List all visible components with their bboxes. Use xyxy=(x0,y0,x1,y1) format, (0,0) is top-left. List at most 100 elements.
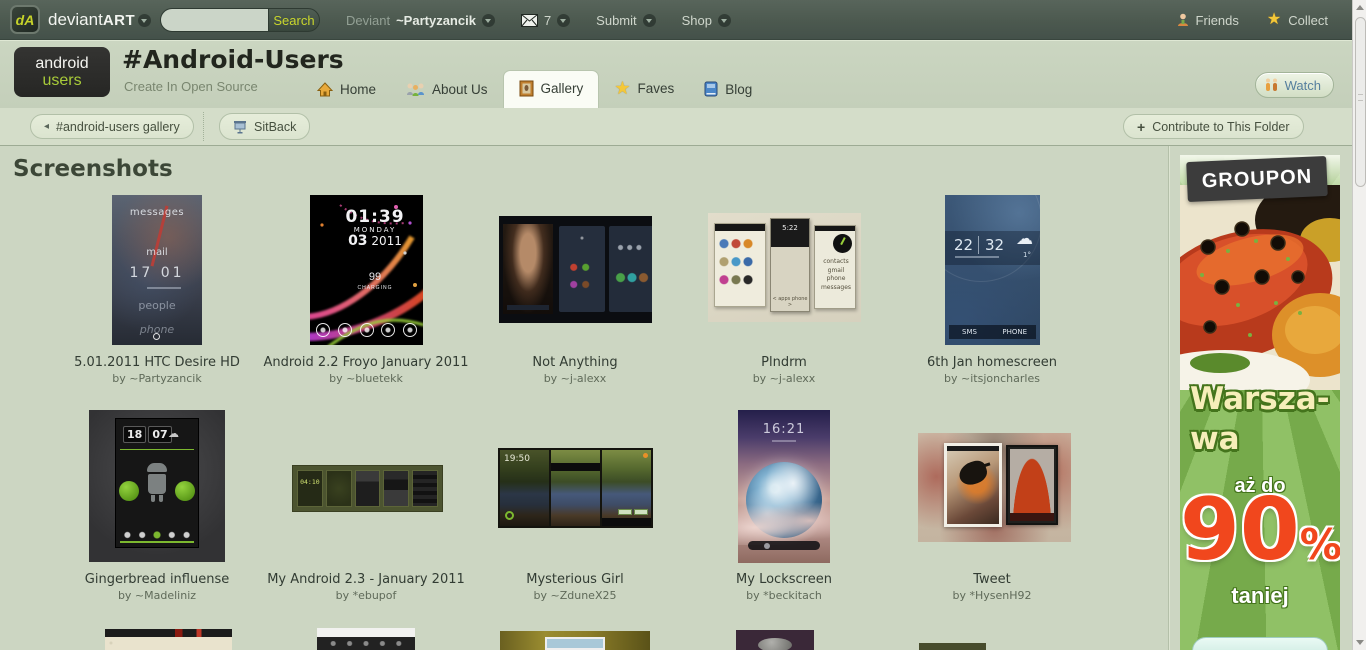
deviation-author[interactable]: by ~Partyzancik xyxy=(52,372,262,385)
chevron-down-icon[interactable] xyxy=(643,14,656,27)
deviation-caption: Plndrm by ~j-alexx xyxy=(679,355,889,385)
deviation-thumb[interactable]: 04:10 xyxy=(292,465,443,512)
submit-menu[interactable]: Submit xyxy=(596,13,636,28)
mail-icon[interactable] xyxy=(521,14,538,27)
deviation-thumb[interactable]: 22 32 ☁ 1° SMS PHONE xyxy=(945,195,1040,345)
star-icon: ★ xyxy=(614,79,630,97)
deviantart-logo-icon[interactable]: dA xyxy=(10,5,40,34)
topbar-nav: Deviant ~Partyzancik 7 Submit Shop xyxy=(346,0,731,40)
mail-count[interactable]: 7 xyxy=(544,13,551,28)
deviation-thumb[interactable]: 5:22 < apps phone > contacts gmail phone… xyxy=(708,213,861,322)
chevron-down-icon[interactable] xyxy=(718,14,731,27)
deviation-author[interactable]: by *HysenH92 xyxy=(887,589,1097,602)
group-avatar[interactable]: android users xyxy=(14,47,110,97)
topbar: dA deviantART Search Deviant ~Partyzanci… xyxy=(0,0,1352,40)
deviantart-wordmark[interactable]: deviantART xyxy=(48,10,135,30)
search-button[interactable]: Search xyxy=(268,8,320,32)
scroll-up-button[interactable] xyxy=(1353,0,1366,15)
ad-cta-button[interactable] xyxy=(1192,637,1328,650)
deviation-title[interactable]: My Lockscreen xyxy=(679,572,889,587)
chevron-down-icon[interactable] xyxy=(482,14,495,27)
deviation-title[interactable]: Gingerbread influense xyxy=(52,572,262,587)
deviation-thumb[interactable] xyxy=(500,631,650,650)
deviation-author[interactable]: by *ebupof xyxy=(261,589,471,602)
tab-gallery[interactable]: Gallery xyxy=(503,70,600,108)
collect-link[interactable]: Collect xyxy=(1288,13,1328,28)
deviation-thumb[interactable]: 16:21 xyxy=(738,410,830,563)
deviation-title[interactable]: 5.01.2011 HTC Desire HD xyxy=(52,355,262,370)
ad-city-line1: Warsza- xyxy=(1180,381,1340,417)
deviation-author[interactable]: by *beckitach xyxy=(679,589,889,602)
back-to-gallery-button[interactable]: ◂ #android-users gallery xyxy=(30,114,194,139)
deviation-title[interactable]: Tweet xyxy=(887,572,1097,587)
tab-about-us[interactable]: About Us xyxy=(391,73,503,108)
deviation-caption: 5.01.2011 HTC Desire HD by ~Partyzancik xyxy=(52,355,262,385)
collect-star-icon: ★ xyxy=(1267,12,1281,28)
deviation-thumb[interactable] xyxy=(918,433,1071,542)
deviation-author[interactable]: by ~j-alexx xyxy=(470,372,680,385)
clock-screen: 04:10 xyxy=(297,470,323,507)
group-header: android users #Android-Users Create In O… xyxy=(0,40,1366,108)
bird-photo-frame xyxy=(944,443,1002,527)
deviation-thumb[interactable]: 1807 ☁ xyxy=(89,410,225,562)
deviation-caption: My Android 2.3 - January 2011 by *ebupof xyxy=(261,572,471,602)
page: dA deviantART Search Deviant ~Partyzanci… xyxy=(0,0,1366,650)
deviant-label: Deviant xyxy=(346,13,390,28)
deviation-title[interactable]: Mysterious Girl xyxy=(470,572,680,587)
friends-link[interactable]: Friends xyxy=(1196,13,1239,28)
deviation-thumb[interactable]: messages mail 17 01 people phone xyxy=(112,195,202,345)
deviation-caption: Not Anything by ~j-alexx xyxy=(470,355,680,385)
watch-icon xyxy=(1264,78,1279,92)
clock-widget: 22 32 ☁ 1° xyxy=(945,231,1040,265)
gallery-icon xyxy=(519,80,534,97)
deviation-thumb[interactable] xyxy=(105,629,232,650)
search-input[interactable] xyxy=(160,8,268,32)
decoration xyxy=(738,501,830,545)
tab-home[interactable]: Home xyxy=(302,73,391,108)
scroll-down-button[interactable] xyxy=(1353,635,1366,650)
people-icon xyxy=(406,82,425,97)
gallery-subnav: ◂ #android-users gallery SitBack + Contr… xyxy=(0,108,1366,146)
deviation-title[interactable]: 6th Jan homescreen xyxy=(887,355,1097,370)
scrollbar-thumb[interactable] xyxy=(1355,17,1366,187)
plus-icon: + xyxy=(1137,119,1145,135)
tab-blog[interactable]: Blog xyxy=(689,72,767,108)
deviation-thumb[interactable] xyxy=(499,216,652,323)
deviation-title[interactable]: Android 2.2 Froyo January 2011 xyxy=(261,355,471,370)
chevron-down-icon[interactable] xyxy=(557,14,570,27)
slideshow-icon xyxy=(233,120,247,134)
group-tabs: Home About Us Gallery ★ Faves Blog xyxy=(302,70,767,108)
deviation-author[interactable]: by ~ZduneX25 xyxy=(470,589,680,602)
deviation-thumb[interactable]: 19:50 xyxy=(498,448,653,528)
cloud-icon: ☁ xyxy=(168,427,179,440)
deviation-author[interactable]: by ~Madeliniz xyxy=(52,589,262,602)
ad-discount-percent: 90% xyxy=(1180,487,1340,573)
deviation-title[interactable]: Not Anything xyxy=(470,355,680,370)
gallery-content: Screenshots messages mail 17 01 people p… xyxy=(0,146,1168,650)
watch-button[interactable]: Watch xyxy=(1255,72,1334,98)
decoration xyxy=(609,226,652,312)
page-scrollbar[interactable] xyxy=(1352,0,1366,650)
deviation-thumb[interactable]: 01:39 MONDAY 03 2011 99 CHARGING xyxy=(310,195,423,345)
deviation-title[interactable]: Plndrm xyxy=(679,355,889,370)
deviation-thumb[interactable] xyxy=(919,643,986,650)
deviation-thumb[interactable] xyxy=(317,628,415,650)
decoration: contacts gmail phone messages xyxy=(814,225,856,309)
shop-menu[interactable]: Shop xyxy=(682,13,712,28)
deviation-author[interactable]: by ~itsjoncharles xyxy=(887,372,1097,385)
deviation-author[interactable]: by ~j-alexx xyxy=(679,372,889,385)
decoration xyxy=(559,226,605,312)
deviation-caption: Mysterious Girl by ~ZduneX25 xyxy=(470,572,680,602)
search-bar: Search xyxy=(160,8,320,32)
unlock-slider xyxy=(748,541,820,550)
deviation-title[interactable]: My Android 2.3 - January 2011 xyxy=(261,572,471,587)
tab-faves[interactable]: ★ Faves xyxy=(599,70,689,108)
groupon-ad[interactable]: GROUPON Warsza- wa aż do 90% taniej xyxy=(1180,155,1340,650)
username-link[interactable]: ~Partyzancik xyxy=(396,13,476,28)
deviation-author[interactable]: by ~bluetekk xyxy=(261,372,471,385)
sitback-button[interactable]: SitBack xyxy=(219,113,310,140)
dock-icons xyxy=(316,323,417,337)
contribute-button[interactable]: + Contribute to This Folder xyxy=(1123,114,1304,139)
chevron-down-icon[interactable] xyxy=(138,14,151,27)
deviation-thumb[interactable] xyxy=(736,630,814,650)
